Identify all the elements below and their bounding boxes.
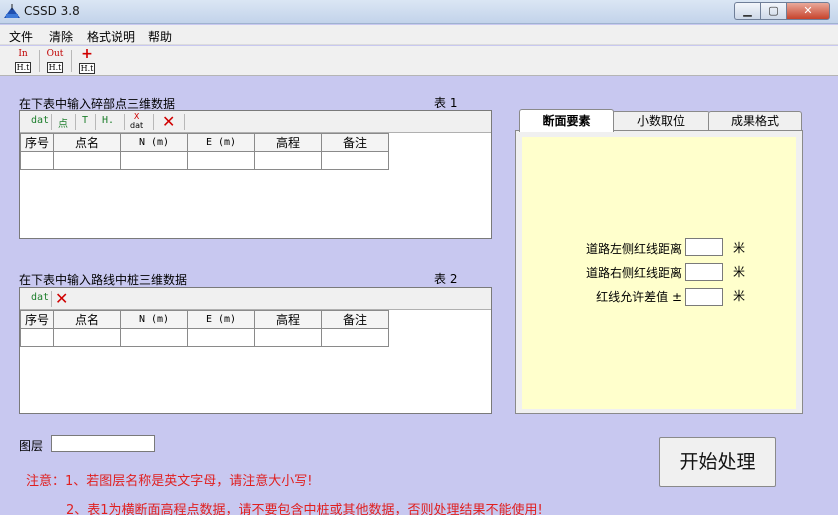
window-controls: ▁ ▢ ✕ (734, 2, 830, 20)
table2-caption: 在下表中输入路线中桩三维数据 (19, 273, 188, 287)
redline-tolerance-unit: 米 (733, 289, 746, 303)
t-button[interactable]: T (82, 115, 88, 126)
app-logo-icon (4, 4, 20, 18)
close-button[interactable]: ✕ (786, 2, 830, 20)
table1-toolbar: dat 点 T H. X dat ✕ (20, 111, 491, 133)
h-button[interactable]: H. (102, 115, 114, 126)
point-button[interactable]: 点 (58, 115, 68, 130)
col-point-name: 点名 (53, 310, 121, 329)
tab-content: 道路左侧红线距离 米 道路右侧红线距离 米 红线允许差值 ± 米 (522, 137, 796, 409)
table2-panel: dat ✕ 序号 点名 N (m) E (m) 高程 备注 (19, 287, 492, 414)
table-row (20, 328, 389, 347)
convert-x-label: X (133, 112, 140, 121)
tab-body: 道路左侧红线距离 米 道路右侧红线距离 米 红线允许差值 ± 米 (515, 130, 803, 414)
tab-output-format[interactable]: 成果格式 (708, 111, 802, 131)
table1-panel: dat 点 T H. X dat ✕ 序号 点名 N (m) E (m) 高程 … (19, 110, 492, 239)
minimize-button[interactable]: ▁ (734, 2, 760, 20)
tool-separator (124, 114, 125, 130)
elevation-cell[interactable] (254, 151, 322, 170)
left-redline-input[interactable] (685, 238, 723, 256)
remark-cell[interactable] (321, 328, 389, 347)
table2-name: 表 2 (434, 272, 458, 286)
table2-grid: 序号 点名 N (m) E (m) 高程 备注 (20, 310, 389, 347)
tool-separator (153, 114, 154, 130)
remark-cell[interactable] (321, 151, 389, 170)
point-name-cell[interactable] (53, 328, 121, 347)
redline-tolerance-input[interactable] (685, 288, 723, 306)
col-index: 序号 (20, 310, 54, 329)
tool-separator (75, 114, 76, 130)
col-east: E (m) (187, 133, 255, 152)
tab-decimal-places[interactable]: 小数取位 (612, 111, 710, 131)
note-line-2: 2、表1为横断面高程点数据，请不要包含中桩或其他数据，否则处理结果不能使用! (66, 503, 543, 515)
col-index: 序号 (20, 133, 54, 152)
menu-file[interactable]: 文件 (9, 28, 33, 45)
col-east: E (m) (187, 310, 255, 329)
table-header-row: 序号 点名 N (m) E (m) 高程 备注 (20, 133, 389, 152)
right-redline-unit: 米 (733, 265, 746, 279)
layer-label: 图层 (19, 439, 44, 453)
export-button[interactable]: Out H.t (44, 49, 66, 73)
toolbar: In H.t Out H.t + H.t (0, 46, 838, 76)
load-dat-button[interactable]: dat (31, 115, 49, 126)
export-label: Out (46, 49, 64, 59)
elevation-cell[interactable] (254, 328, 322, 347)
east-cell[interactable] (187, 151, 255, 170)
window-title: CSSD 3.8 (24, 4, 80, 18)
east-cell[interactable] (187, 328, 255, 347)
table1-grid: 序号 点名 N (m) E (m) 高程 备注 (20, 133, 389, 170)
convert-dat-label: dat (130, 121, 144, 130)
right-redline-label: 道路右侧红线距离 (585, 266, 682, 280)
col-remark: 备注 (321, 310, 389, 329)
toolbar-separator (71, 50, 72, 72)
left-redline-unit: 米 (733, 241, 746, 255)
right-redline-input[interactable] (685, 263, 723, 281)
col-elevation: 高程 (254, 133, 322, 152)
col-point-name: 点名 (53, 133, 121, 152)
toolbar-separator (39, 50, 40, 72)
title-bar: CSSD 3.8 ▁ ▢ ✕ (0, 0, 838, 24)
start-processing-button[interactable]: 开始处理 (659, 437, 776, 487)
settings-tab-panel: 断面要素 小数取位 成果格式 道路左侧红线距离 米 道路右侧红线距离 米 红线允… (515, 108, 803, 414)
load-dat-button[interactable]: dat (31, 292, 49, 303)
layer-input[interactable] (51, 435, 155, 452)
note-line-1: 注意：1、若图层名称是英文字母，请注意大小写! (26, 474, 313, 489)
tool-separator (51, 291, 52, 307)
tool-separator (51, 114, 52, 130)
col-north: N (m) (120, 310, 188, 329)
row-index-cell[interactable] (20, 328, 54, 347)
col-remark: 备注 (321, 133, 389, 152)
col-elevation: 高程 (254, 310, 322, 329)
maximize-button[interactable]: ▢ (760, 2, 786, 20)
tool-separator (95, 114, 96, 130)
menu-bar: 文件 清除 格式说明 帮助 (0, 25, 838, 45)
north-cell[interactable] (120, 328, 188, 347)
table-row (20, 151, 389, 170)
table1-name: 表 1 (434, 96, 458, 110)
delete-icon[interactable]: ✕ (55, 289, 68, 308)
north-cell[interactable] (120, 151, 188, 170)
import-button[interactable]: In H.t (12, 49, 34, 73)
redline-tolerance-label: 红线允许差值 ± (596, 290, 682, 304)
menu-help[interactable]: 帮助 (148, 28, 172, 45)
delete-icon[interactable]: ✕ (162, 112, 175, 131)
convert-dat-button[interactable]: X dat (130, 112, 143, 130)
tool-separator (184, 114, 185, 130)
row-index-cell[interactable] (20, 151, 54, 170)
import-label: In (18, 49, 28, 59)
menu-clear[interactable]: 清除 (49, 28, 73, 45)
col-north: N (m) (120, 133, 188, 152)
add-icon: H.t (78, 63, 96, 74)
export-icon: H.t (46, 62, 64, 73)
point-name-cell[interactable] (53, 151, 121, 170)
left-redline-label: 道路左侧红线距离 (585, 242, 682, 256)
menu-format-help[interactable]: 格式说明 (87, 28, 135, 45)
tab-section-elements[interactable]: 断面要素 (519, 109, 614, 132)
plus-icon: + (81, 46, 93, 62)
table2-toolbar: dat ✕ (20, 288, 491, 310)
import-icon: H.t (14, 62, 32, 73)
table-header-row: 序号 点名 N (m) E (m) 高程 备注 (20, 310, 389, 329)
add-button[interactable]: + H.t (76, 46, 98, 74)
